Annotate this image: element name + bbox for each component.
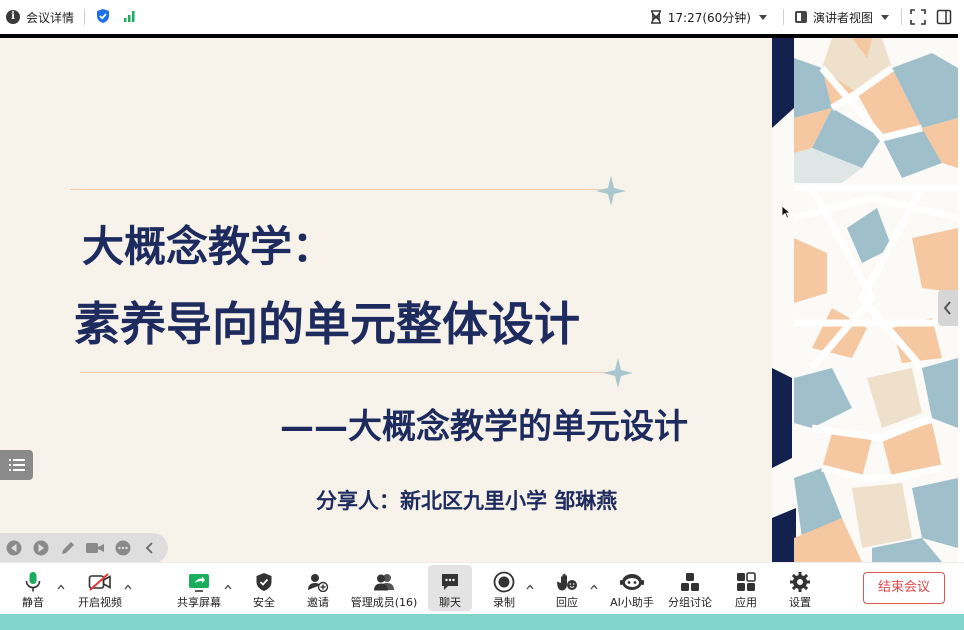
decorative-line bbox=[70, 189, 610, 190]
chat-button[interactable]: 聊天 bbox=[428, 565, 472, 611]
reactions-label: 回应 bbox=[556, 596, 578, 609]
fullscreen-icon[interactable] bbox=[910, 9, 926, 25]
chevron-up-icon[interactable] bbox=[224, 583, 232, 591]
chat-icon bbox=[440, 569, 460, 595]
view-mode-label: 演讲者视图 bbox=[812, 10, 873, 25]
settings-label: 设置 bbox=[789, 596, 811, 609]
apps-grid-icon bbox=[736, 569, 756, 595]
shield-icon bbox=[255, 569, 273, 595]
slide-subtitle: ——大概念教学的单元设计 bbox=[280, 407, 688, 447]
next-slide-icon[interactable] bbox=[32, 539, 49, 557]
meeting-timer: 17:27(60分钟) bbox=[667, 10, 751, 25]
record-label: 录制 bbox=[493, 596, 515, 609]
chevron-down-icon bbox=[881, 14, 889, 20]
wave-hand-icon bbox=[556, 569, 578, 595]
invite-label: 邀请 bbox=[307, 596, 329, 609]
security-shield-icon[interactable] bbox=[95, 8, 111, 27]
chevron-down-icon bbox=[758, 14, 767, 20]
hourglass-icon bbox=[650, 10, 661, 24]
star-icon bbox=[603, 358, 633, 388]
slide-presenter: 分享人：新北区九里小学 邹琳燕 bbox=[316, 489, 618, 513]
start-video-button[interactable]: 开启视频 bbox=[74, 565, 126, 611]
gear-icon bbox=[789, 569, 811, 595]
collapse-icon[interactable] bbox=[141, 539, 158, 557]
sidebar-toggle-icon[interactable] bbox=[936, 9, 952, 25]
apps-button[interactable]: 应用 bbox=[730, 565, 762, 611]
video-off-icon bbox=[88, 569, 112, 595]
meeting-info-label: 会议详情 bbox=[26, 10, 75, 25]
meeting-toolbar: 静音 开启视频 共享屏幕 安全 邀请 管理成员(16) 聊天 录制 回应 AI小… bbox=[0, 562, 964, 614]
chevron-left-icon bbox=[943, 301, 951, 315]
security-button[interactable]: 安全 bbox=[246, 565, 282, 611]
chevron-up-icon[interactable] bbox=[590, 583, 598, 591]
chevron-up-icon[interactable] bbox=[124, 583, 132, 591]
scroll-gutter bbox=[958, 34, 964, 562]
security-label: 安全 bbox=[253, 596, 275, 609]
list-icon bbox=[8, 459, 25, 471]
manage-participants-button[interactable]: 管理成员(16) bbox=[350, 565, 418, 611]
top-bar: i 会议详情 17:27(60分钟) 演讲者视图 bbox=[0, 0, 964, 34]
divider bbox=[901, 9, 902, 25]
robot-icon bbox=[620, 569, 644, 595]
share-screen-label: 共享屏幕 bbox=[177, 596, 221, 609]
chevron-up-icon[interactable] bbox=[57, 583, 65, 591]
breakout-rooms-button[interactable]: 分组讨论 bbox=[666, 565, 714, 611]
taskbar-strip bbox=[0, 614, 964, 630]
settings-button[interactable]: 设置 bbox=[784, 565, 816, 611]
apps-label: 应用 bbox=[735, 596, 757, 609]
manage-participants-label: 管理成员(16) bbox=[350, 596, 418, 609]
share-screen-icon bbox=[188, 569, 210, 595]
meeting-window: i 会议详情 17:27(60分钟) 演讲者视图 大概念教学： 素养导向的单元整… bbox=[0, 0, 964, 630]
microphone-icon bbox=[24, 569, 42, 595]
reactions-button[interactable]: 回应 bbox=[551, 565, 583, 611]
add-user-icon bbox=[307, 569, 329, 595]
info-icon: i bbox=[6, 10, 20, 24]
camera-icon[interactable] bbox=[86, 539, 104, 557]
pen-icon[interactable] bbox=[59, 539, 76, 557]
share-screen-button[interactable]: 共享屏幕 bbox=[172, 565, 226, 611]
timer-button[interactable]: 17:27(60分钟) bbox=[650, 9, 767, 26]
invite-button[interactable]: 邀请 bbox=[300, 565, 336, 611]
star-icon bbox=[596, 176, 626, 206]
mute-button[interactable]: 静音 bbox=[12, 565, 54, 611]
decorative-line bbox=[80, 372, 618, 373]
annotation-toolbar bbox=[0, 533, 168, 562]
breakout-rooms-icon bbox=[680, 569, 700, 595]
view-mode-button[interactable]: 演讲者视图 bbox=[794, 9, 889, 26]
slide-title-line2: 素养导向的单元整体设计 bbox=[74, 297, 580, 351]
chat-label: 聊天 bbox=[439, 596, 461, 609]
slide-title-line1: 大概念教学： bbox=[82, 222, 335, 271]
breakout-rooms-label: 分组讨论 bbox=[668, 596, 712, 609]
chevron-up-icon[interactable] bbox=[526, 583, 534, 591]
divider bbox=[782, 9, 784, 25]
more-options-icon[interactable] bbox=[114, 539, 131, 557]
end-meeting-button[interactable]: 结束会议 bbox=[863, 572, 945, 604]
slide-list-button[interactable] bbox=[0, 450, 33, 480]
network-signal-icon[interactable] bbox=[123, 9, 137, 26]
layout-icon bbox=[794, 11, 807, 23]
decorative-pattern bbox=[772, 38, 958, 562]
side-panel-toggle[interactable] bbox=[938, 290, 958, 326]
mute-label: 静音 bbox=[22, 596, 44, 609]
ai-assistant-button[interactable]: AI小助手 bbox=[608, 565, 656, 611]
mouse-cursor-icon bbox=[782, 206, 791, 219]
participants-icon bbox=[372, 569, 396, 595]
record-button[interactable]: 录制 bbox=[488, 565, 520, 611]
start-video-label: 开启视频 bbox=[78, 596, 122, 609]
shared-slide: 大概念教学： 素养导向的单元整体设计 ——大概念教学的单元设计 分享人：新北区九… bbox=[0, 38, 958, 562]
divider bbox=[84, 9, 86, 25]
record-icon bbox=[493, 569, 515, 595]
previous-slide-icon[interactable] bbox=[5, 539, 22, 557]
ai-assistant-label: AI小助手 bbox=[610, 596, 654, 609]
meeting-info-button[interactable]: i 会议详情 bbox=[6, 9, 74, 26]
